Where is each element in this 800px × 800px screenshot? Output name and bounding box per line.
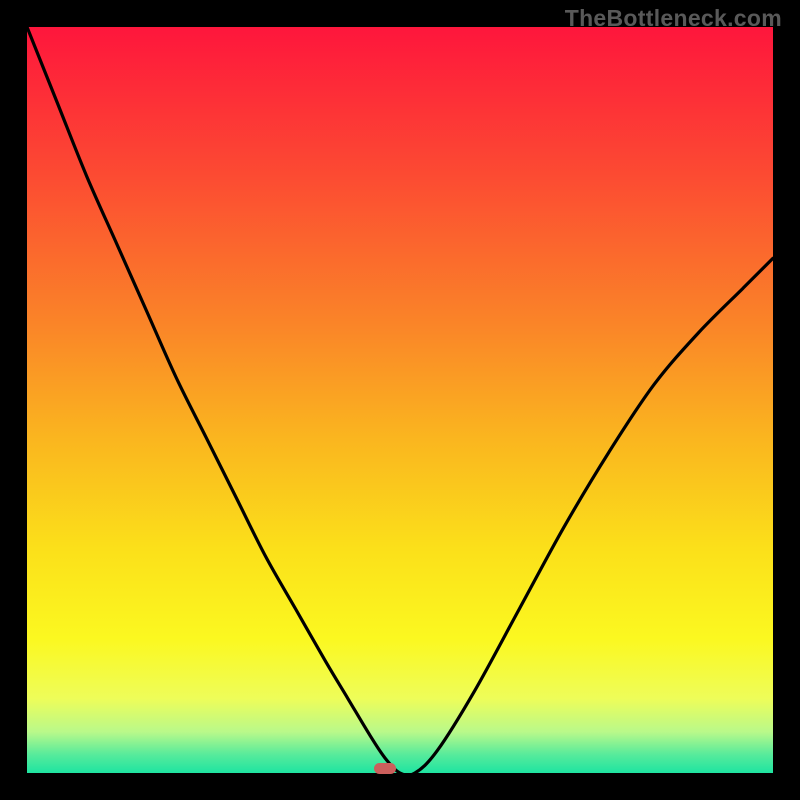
chart-frame: TheBottleneck.com: [0, 0, 800, 800]
gradient-background: [27, 27, 773, 773]
plot-area: [27, 27, 773, 773]
chart-svg: [27, 27, 773, 773]
highlight-marker: [374, 763, 396, 774]
